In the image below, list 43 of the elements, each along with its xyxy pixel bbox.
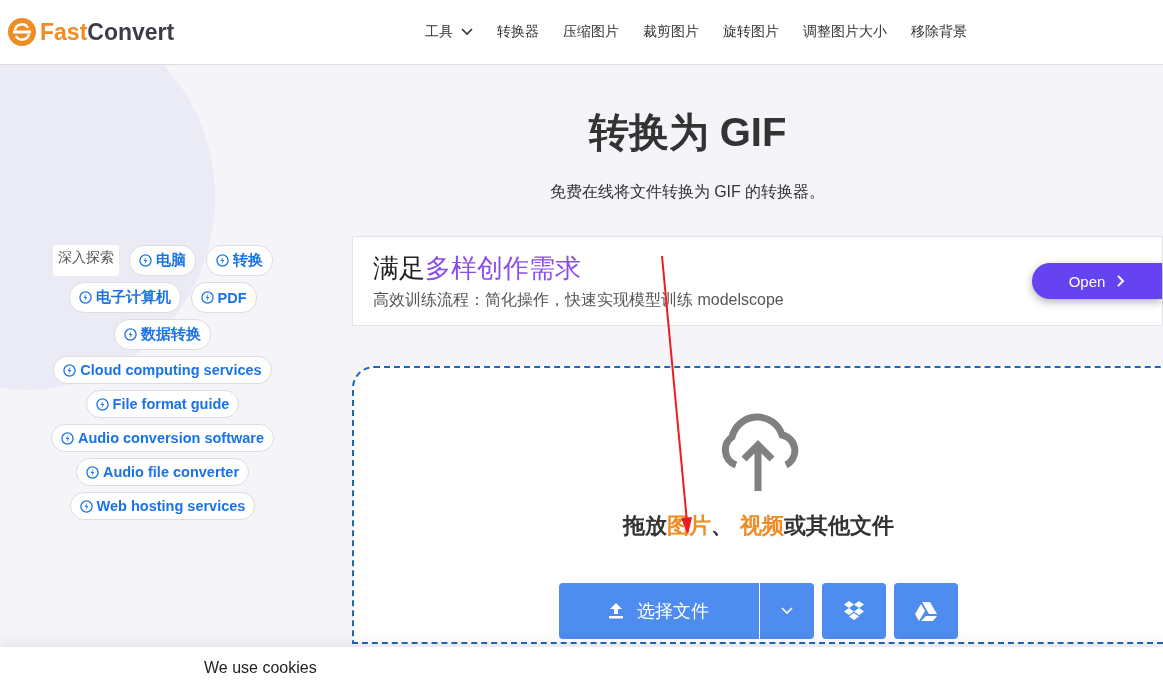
drive-button[interactable] bbox=[894, 583, 958, 639]
choose-file-button[interactable]: 选择文件 bbox=[559, 583, 759, 639]
bolt-circle-icon bbox=[215, 254, 229, 267]
nav-link[interactable]: 调整图片大小 bbox=[791, 23, 899, 41]
triangle-drive-icon bbox=[915, 601, 937, 621]
dropbox-button[interactable] bbox=[822, 583, 886, 639]
nav-link[interactable]: 移除背景 bbox=[899, 23, 979, 41]
explore-label: 深入探索 bbox=[52, 245, 119, 276]
topic-tag[interactable]: Cloud computing services bbox=[53, 356, 272, 384]
bolt-circle-icon bbox=[79, 499, 93, 513]
topic-tag[interactable]: Web hosting services bbox=[69, 492, 256, 520]
bolt-circle-icon bbox=[78, 291, 92, 304]
cookie-notice: We use cookies bbox=[0, 647, 1163, 688]
bolt-circle-icon bbox=[63, 363, 77, 377]
nav-link[interactable]: 旋转图片 bbox=[711, 23, 791, 41]
topic-tag[interactable]: File format guide bbox=[85, 390, 240, 418]
ad-headline: 满足多样创作需求 bbox=[373, 252, 582, 285]
bolt-circle-icon bbox=[60, 431, 74, 445]
nav-link[interactable]: 转换器 bbox=[485, 23, 551, 41]
nav-link[interactable]: 裁剪图片 bbox=[631, 23, 711, 41]
logo-icon bbox=[8, 18, 36, 46]
box-cluster-icon bbox=[843, 601, 865, 621]
topic-tag[interactable]: 数据转换 bbox=[114, 319, 211, 350]
chevron-right-icon bbox=[1117, 275, 1126, 287]
open-button[interactable]: Open bbox=[1032, 263, 1162, 299]
topic-tag[interactable]: 转换 bbox=[205, 245, 273, 276]
bolt-circle-icon bbox=[95, 397, 109, 411]
dropdown-button[interactable] bbox=[759, 583, 814, 639]
topic-tag[interactable]: PDF bbox=[190, 282, 257, 313]
chevron-down-icon bbox=[781, 607, 793, 615]
topic-tag[interactable]: 电子计算机 bbox=[68, 282, 181, 313]
page-title: 转换为 GIF bbox=[587, 109, 788, 156]
bolt-circle-icon bbox=[124, 328, 137, 341]
bolt-circle-icon bbox=[85, 465, 99, 479]
bolt-circle-icon bbox=[138, 254, 152, 267]
nav-link[interactable]: 压缩图片 bbox=[551, 23, 631, 41]
page-subtitle: 免费在线将文件转换为 GIF 的转换器。 bbox=[548, 182, 827, 202]
topic-tag[interactable]: Audio conversion software bbox=[50, 424, 275, 452]
upload-icon bbox=[609, 603, 623, 619]
bolt-circle-icon bbox=[200, 291, 214, 304]
nav-link[interactable]: 工具 bbox=[413, 23, 485, 41]
logo-text: FastConvert bbox=[40, 18, 175, 46]
topic-tag[interactable]: Audio file converter bbox=[75, 458, 250, 486]
